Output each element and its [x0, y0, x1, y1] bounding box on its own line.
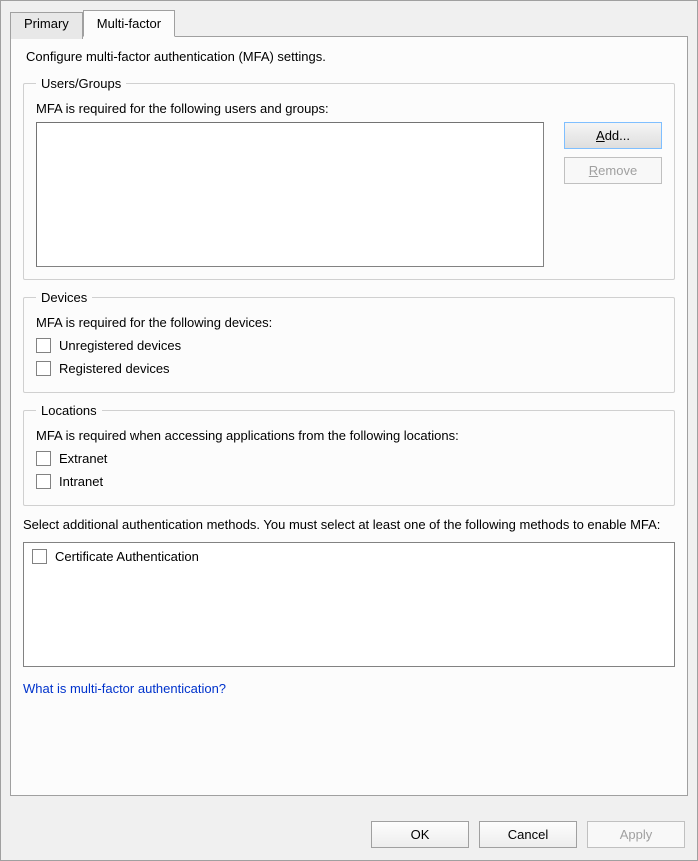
add-button[interactable]: Add...: [564, 122, 662, 149]
mfa-description: Configure multi-factor authentication (M…: [26, 49, 675, 64]
checkbox-unregistered-devices[interactable]: [36, 338, 51, 353]
row-extranet: Extranet: [36, 451, 662, 466]
what-is-mfa-link[interactable]: What is multi-factor authentication?: [23, 681, 226, 696]
fieldset-users-groups: Users/Groups MFA is required for the fol…: [23, 76, 675, 280]
row-registered-devices: Registered devices: [36, 361, 662, 376]
legend-users-groups: Users/Groups: [36, 76, 126, 91]
label-devices: MFA is required for the following device…: [36, 315, 662, 330]
label-methods: Select additional authentication methods…: [23, 516, 675, 534]
ok-button[interactable]: OK: [371, 821, 469, 848]
checkbox-intranet[interactable]: [36, 474, 51, 489]
label-certificate-auth[interactable]: Certificate Authentication: [55, 549, 199, 564]
users-groups-row: Add... Remove: [36, 122, 662, 267]
users-groups-buttons: Add... Remove: [564, 122, 662, 184]
tab-primary[interactable]: Primary: [10, 12, 83, 39]
row-intranet: Intranet: [36, 474, 662, 489]
tab-row: Primary Multi-factor: [10, 10, 688, 37]
apply-button[interactable]: Apply: [587, 821, 685, 848]
users-groups-listbox[interactable]: [36, 122, 544, 267]
label-locations: MFA is required when accessing applicati…: [36, 428, 662, 443]
label-registered-devices[interactable]: Registered devices: [59, 361, 170, 376]
fieldset-locations: Locations MFA is required when accessing…: [23, 403, 675, 506]
label-intranet[interactable]: Intranet: [59, 474, 103, 489]
row-certificate-auth: Certificate Authentication: [32, 549, 666, 564]
label-unregistered-devices[interactable]: Unregistered devices: [59, 338, 181, 353]
label-extranet[interactable]: Extranet: [59, 451, 107, 466]
dialog-content: Primary Multi-factor Configure multi-fac…: [1, 1, 697, 808]
legend-devices: Devices: [36, 290, 92, 305]
tab-multifactor[interactable]: Multi-factor: [83, 10, 175, 37]
fieldset-devices: Devices MFA is required for the followin…: [23, 290, 675, 393]
checkbox-registered-devices[interactable]: [36, 361, 51, 376]
legend-locations: Locations: [36, 403, 102, 418]
cancel-button[interactable]: Cancel: [479, 821, 577, 848]
checkbox-certificate-auth[interactable]: [32, 549, 47, 564]
remove-button[interactable]: Remove: [564, 157, 662, 184]
methods-listbox[interactable]: Certificate Authentication: [23, 542, 675, 667]
row-unregistered-devices: Unregistered devices: [36, 338, 662, 353]
dialog-actions: OK Cancel Apply: [371, 821, 685, 848]
tab-panel-multifactor: Configure multi-factor authentication (M…: [10, 36, 688, 796]
checkbox-extranet[interactable]: [36, 451, 51, 466]
label-users-groups: MFA is required for the following users …: [36, 101, 662, 116]
